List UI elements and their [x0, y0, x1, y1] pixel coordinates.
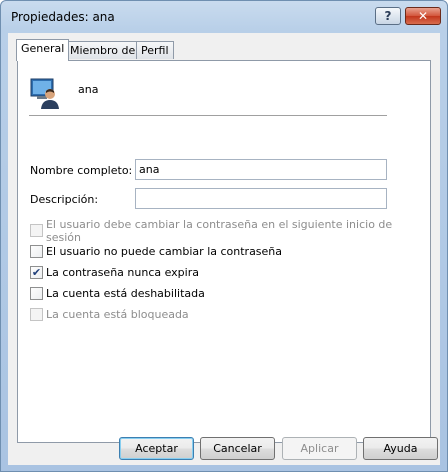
checkbox-label: La contraseña nunca expira [46, 266, 199, 279]
user-name: ana [78, 83, 99, 96]
description-field[interactable] [135, 188, 387, 209]
checkmark-icon: ✔ [31, 266, 42, 279]
description-label: Descripción: [30, 193, 99, 206]
checkbox-cannot-change-password[interactable]: El usuario no puede cambiar la contraseñ… [30, 244, 282, 259]
checkbox-account-locked[interactable]: La cuenta está bloqueada [30, 307, 189, 322]
checkbox-box[interactable] [30, 287, 43, 300]
help-button[interactable]: Ayuda [363, 437, 438, 460]
general-tab-panel: ana Nombre completo: Descripción: El usu… [17, 60, 431, 443]
checkbox-label: La cuenta está deshabilitada [46, 287, 205, 300]
cancel-button[interactable]: Cancelar [200, 437, 275, 460]
close-title-button[interactable]: ✕ [405, 7, 441, 25]
checkbox-account-disabled[interactable]: La cuenta está deshabilitada [30, 286, 205, 301]
window-title: Propiedades: ana [11, 10, 115, 24]
accept-button[interactable]: Aceptar [119, 437, 194, 460]
full-name-label: Nombre completo: [30, 164, 133, 177]
dialog-client-area: General Miembro de Perfil ana Nombre com… [8, 33, 440, 465]
question-icon: ? [384, 9, 392, 23]
checkbox-box[interactable] [30, 308, 43, 321]
separator [29, 115, 387, 116]
user-icon [30, 78, 59, 109]
title-bar[interactable]: Propiedades: ana ? ✕ [1, 1, 447, 33]
checkbox-label: El usuario debe cambiar la contraseña en… [45, 217, 393, 244]
checkbox-label: La cuenta está bloqueada [46, 308, 189, 321]
full-name-field[interactable] [135, 159, 387, 180]
apply-button[interactable]: Aplicar [282, 437, 357, 460]
checkbox-label: El usuario no puede cambiar la contraseñ… [46, 245, 283, 258]
properties-dialog: Propiedades: ana ? ✕ General Miembro de … [0, 0, 448, 472]
close-icon: ✕ [417, 9, 429, 23]
tab-general[interactable]: General [16, 39, 70, 61]
tab-profile[interactable]: Perfil [136, 41, 174, 59]
checkbox-box[interactable]: ✔ [30, 266, 43, 279]
tab-member-of[interactable]: Miembro de [65, 41, 141, 59]
checkbox-box[interactable] [30, 245, 43, 258]
help-title-button[interactable]: ? [375, 7, 401, 25]
checkbox-must-change-password[interactable]: El usuario debe cambiar la contraseña en… [30, 218, 430, 244]
checkbox-password-never-expires[interactable]: ✔ La contraseña nunca expira [30, 265, 199, 280]
checkbox-box[interactable] [30, 224, 43, 237]
